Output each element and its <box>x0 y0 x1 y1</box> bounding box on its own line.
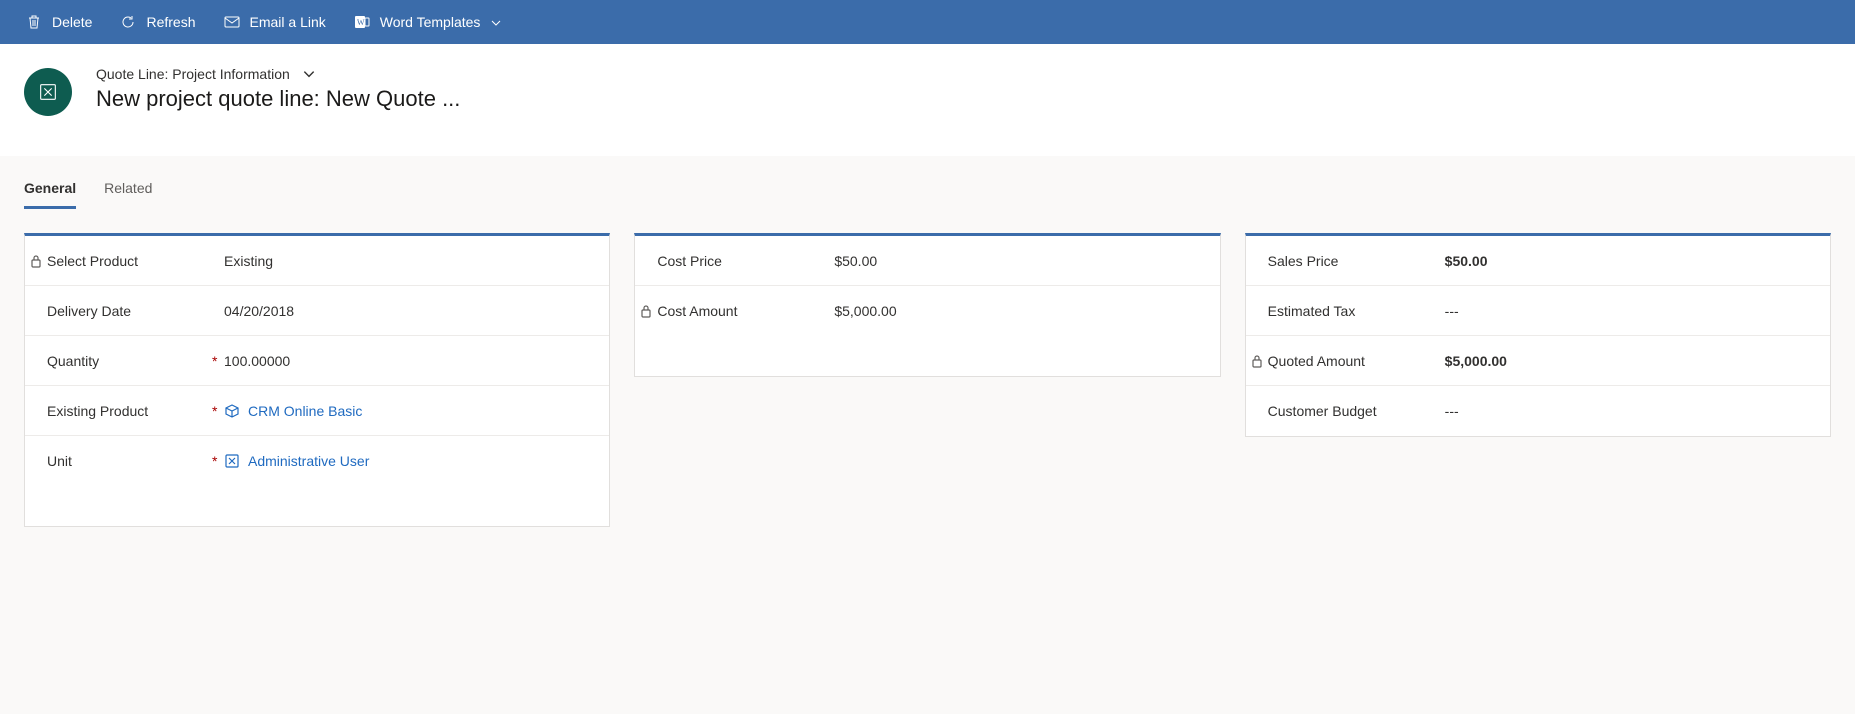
header-titles: Quote Line: Project Information New proj… <box>96 66 460 112</box>
field-label: Cost Amount <box>657 303 822 319</box>
field-value: $50.00 <box>1445 253 1808 269</box>
field-label: Select Product <box>47 253 212 269</box>
field-label: Quoted Amount <box>1268 353 1433 369</box>
refresh-button[interactable]: Refresh <box>106 0 209 44</box>
mail-icon <box>224 14 240 30</box>
unit-icon <box>224 453 240 469</box>
delete-label: Delete <box>52 14 92 30</box>
word-icon: W <box>354 14 370 30</box>
field-value: $5,000.00 <box>834 303 1197 319</box>
required-mark: * <box>212 403 224 419</box>
field-label: Existing Product <box>47 403 212 419</box>
field-value: --- <box>1445 303 1808 319</box>
lock-icon <box>29 252 43 270</box>
page-title: New project quote line: New Quote ... <box>96 86 460 112</box>
field-value: Administrative User <box>224 453 587 469</box>
field-existing-product[interactable]: Existing Product * CRM Online Basic <box>25 386 609 436</box>
chevron-down-icon <box>490 16 502 28</box>
field-label: Estimated Tax <box>1268 303 1433 319</box>
product-icon <box>224 403 240 419</box>
tab-related[interactable]: Related <box>104 180 152 209</box>
card-cost: Cost Price $50.00 Cost Amount $5,000.00 <box>634 233 1220 377</box>
field-label: Customer Budget <box>1268 403 1433 419</box>
trash-icon <box>26 14 42 30</box>
form-body: Select Product Existing Delivery Date 04… <box>0 209 1855 551</box>
refresh-icon <box>120 14 136 30</box>
field-value: Existing <box>224 253 587 269</box>
card-product: Select Product Existing Delivery Date 04… <box>24 233 610 527</box>
field-unit[interactable]: Unit * Administrative User <box>25 436 609 486</box>
field-label: Quantity <box>47 353 212 369</box>
field-cost-amount[interactable]: Cost Amount $5,000.00 <box>635 286 1219 336</box>
lookup-value[interactable]: Administrative User <box>248 453 369 469</box>
word-templates-button[interactable]: W Word Templates <box>340 0 517 44</box>
field-quantity[interactable]: Quantity * 100.00000 <box>25 336 609 386</box>
required-mark: * <box>212 453 224 469</box>
field-label: Unit <box>47 453 212 469</box>
required-mark: * <box>212 353 224 369</box>
refresh-label: Refresh <box>146 14 195 30</box>
field-delivery-date[interactable]: Delivery Date 04/20/2018 <box>25 286 609 336</box>
field-quoted-amount[interactable]: Quoted Amount $5,000.00 <box>1246 336 1830 386</box>
tabs: General Related <box>0 156 1855 209</box>
field-sales-price[interactable]: Sales Price $50.00 <box>1246 236 1830 286</box>
field-select-product[interactable]: Select Product Existing <box>25 236 609 286</box>
field-value: 100.00000 <box>224 353 587 369</box>
field-value: --- <box>1445 403 1808 419</box>
email-link-label: Email a Link <box>250 14 326 30</box>
field-value: 04/20/2018 <box>224 303 587 319</box>
delete-button[interactable]: Delete <box>12 0 106 44</box>
command-bar: Delete Refresh Email a Link W Word Templ… <box>0 0 1855 44</box>
field-estimated-tax[interactable]: Estimated Tax --- <box>1246 286 1830 336</box>
tab-general[interactable]: General <box>24 180 76 209</box>
email-link-button[interactable]: Email a Link <box>210 0 340 44</box>
entity-badge <box>24 68 72 116</box>
field-label: Cost Price <box>657 253 822 269</box>
chevron-down-icon <box>302 67 316 81</box>
form-selector-label: Quote Line: Project Information <box>96 66 290 82</box>
field-value: CRM Online Basic <box>224 403 587 419</box>
card-sales: Sales Price $50.00 Estimated Tax --- Quo… <box>1245 233 1831 437</box>
field-customer-budget[interactable]: Customer Budget --- <box>1246 386 1830 436</box>
field-value: $50.00 <box>834 253 1197 269</box>
record-header: Quote Line: Project Information New proj… <box>0 44 1855 156</box>
lock-icon <box>639 302 653 320</box>
lookup-value[interactable]: CRM Online Basic <box>248 403 362 419</box>
word-templates-label: Word Templates <box>380 14 481 30</box>
form-selector[interactable]: Quote Line: Project Information <box>96 66 460 82</box>
entity-icon <box>37 81 59 103</box>
field-cost-price[interactable]: Cost Price $50.00 <box>635 236 1219 286</box>
lock-icon <box>1250 352 1264 370</box>
svg-text:W: W <box>357 18 365 27</box>
field-label: Delivery Date <box>47 303 212 319</box>
field-value: $5,000.00 <box>1445 353 1808 369</box>
field-label: Sales Price <box>1268 253 1433 269</box>
